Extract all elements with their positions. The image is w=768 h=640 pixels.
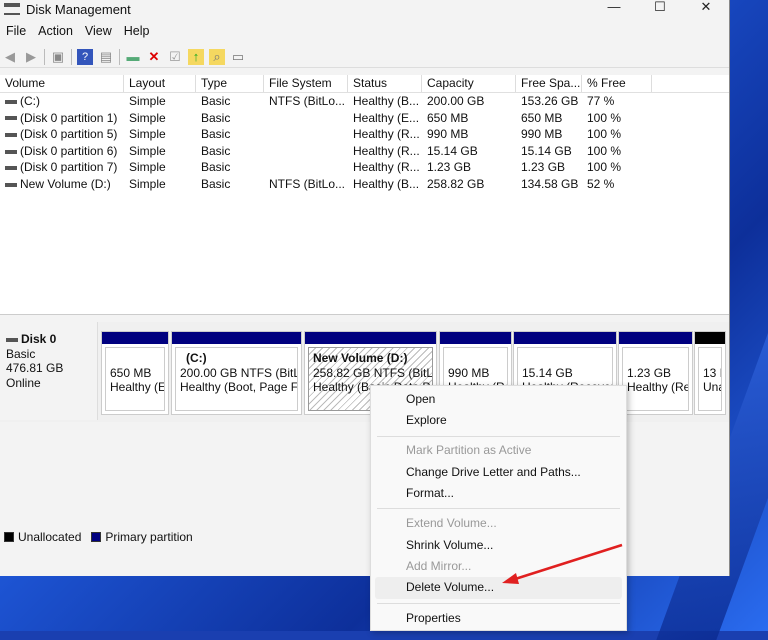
annotation-arrow [502,543,623,584]
